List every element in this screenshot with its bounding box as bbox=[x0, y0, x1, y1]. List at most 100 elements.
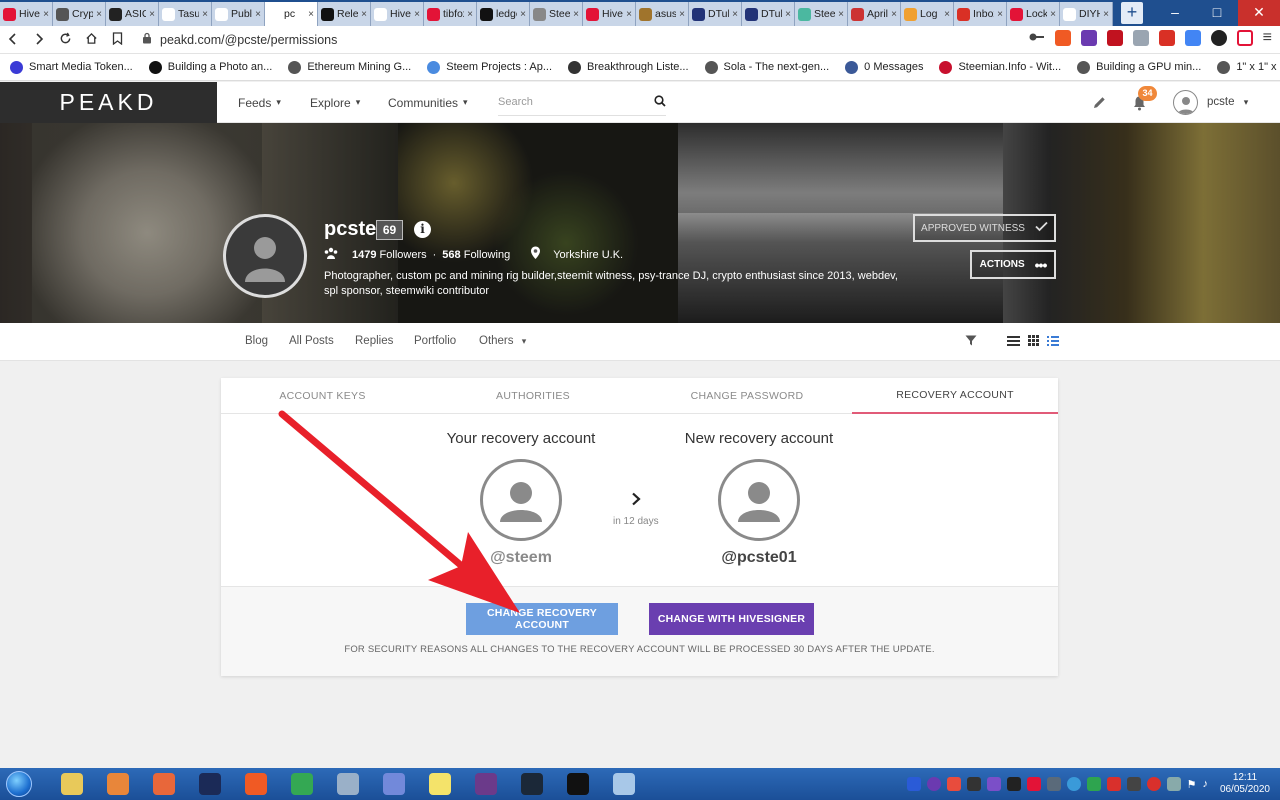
taskbar-app-pi-network[interactable] bbox=[464, 769, 508, 799]
browser-tab[interactable]: Hive × bbox=[371, 2, 424, 26]
browser-tab[interactable]: April × bbox=[848, 2, 901, 26]
search-icon[interactable] bbox=[654, 94, 666, 110]
tab-change-password[interactable]: CHANGE PASSWORD bbox=[642, 378, 852, 414]
reload-icon[interactable] bbox=[52, 32, 78, 48]
clock[interactable]: 12:11 06/05/2020 bbox=[1220, 772, 1270, 796]
actions-button[interactable]: ACTIONS ••• bbox=[970, 250, 1056, 279]
tab-close-icon[interactable]: × bbox=[732, 9, 738, 20]
start-button[interactable] bbox=[0, 768, 38, 800]
browser-tab[interactable]: DIYHe× bbox=[1060, 2, 1113, 26]
brave-shield-icon[interactable] bbox=[1054, 30, 1071, 46]
tray-app-icon[interactable] bbox=[1166, 777, 1181, 791]
taskbar-app-file-explorer[interactable] bbox=[50, 769, 94, 799]
tray-app-icon[interactable] bbox=[986, 777, 1001, 791]
taskbar-app-media-player[interactable] bbox=[96, 769, 140, 799]
taskbar-app-photoshop[interactable] bbox=[188, 769, 232, 799]
close-button[interactable]: ✕ bbox=[1238, 0, 1280, 26]
tab-close-icon[interactable]: × bbox=[1103, 9, 1109, 20]
browser-tab[interactable]: Locke× bbox=[1007, 2, 1060, 26]
tab-account-keys[interactable]: ACCOUNT KEYS bbox=[221, 378, 424, 414]
tab-portfolio[interactable]: Portfolio bbox=[414, 335, 456, 347]
translate-icon[interactable] bbox=[1184, 30, 1201, 46]
tab-close-icon[interactable]: × bbox=[43, 9, 49, 20]
bookmark-item[interactable]: Steem Projects : Ap... bbox=[427, 60, 552, 74]
approved-witness-button[interactable]: APPROVED WITNESS bbox=[913, 214, 1056, 242]
minimize-button[interactable]: – bbox=[1154, 0, 1196, 26]
maximize-button[interactable]: □ bbox=[1196, 0, 1238, 26]
browser-tab[interactable]: Steem× bbox=[795, 2, 848, 26]
change-with-hivesigner-button[interactable]: CHANGE WITH HIVESIGNER bbox=[649, 603, 814, 635]
tab-close-icon[interactable]: × bbox=[361, 9, 367, 20]
taskbar-app-discord[interactable] bbox=[372, 769, 416, 799]
tab-others[interactable]: Others ▾ bbox=[479, 335, 526, 347]
taskbar-app-terminal[interactable] bbox=[556, 769, 600, 799]
browser-tab[interactable]: DTub× bbox=[689, 2, 742, 26]
nav-feeds[interactable]: Feeds ▾ bbox=[238, 82, 281, 123]
tab-close-icon[interactable]: × bbox=[1050, 9, 1056, 20]
taskbar-app-steam[interactable] bbox=[510, 769, 554, 799]
tray-app-icon[interactable] bbox=[1006, 777, 1021, 791]
change-recovery-account-button[interactable]: CHANGE RECOVERY ACCOUNT bbox=[466, 603, 618, 635]
tab-blog[interactable]: Blog bbox=[245, 335, 268, 347]
tray-app-icon[interactable] bbox=[1106, 777, 1121, 791]
browser-tab[interactable]: Relea× bbox=[318, 2, 371, 26]
user-menu[interactable]: pcste ▾ bbox=[1207, 96, 1248, 108]
browser-tab[interactable]: Tasuk× bbox=[159, 2, 212, 26]
new-tab-button[interactable]: + bbox=[1121, 2, 1143, 24]
bookmark-item[interactable]: Sola - The next-gen... bbox=[704, 60, 829, 74]
key-icon[interactable] bbox=[1029, 31, 1045, 45]
browser-tab[interactable]: Crypto× bbox=[53, 2, 106, 26]
tab-authorities[interactable]: AUTHORITIES bbox=[424, 378, 642, 414]
tab-close-icon[interactable]: × bbox=[308, 9, 314, 20]
bookmark-item[interactable]: Ethereum Mining G... bbox=[288, 60, 411, 74]
taskbar-app-firefox[interactable] bbox=[142, 769, 186, 799]
steemit-icon[interactable] bbox=[1210, 30, 1227, 46]
compact-view-icon[interactable] bbox=[1047, 335, 1059, 349]
volume-icon[interactable]: ♪ bbox=[1202, 778, 1208, 790]
taskbar-app-files[interactable] bbox=[602, 769, 646, 799]
filter-icon[interactable] bbox=[965, 335, 977, 349]
tab-close-icon[interactable]: × bbox=[96, 9, 102, 20]
tab-close-icon[interactable]: × bbox=[414, 9, 420, 20]
extension-red-icon[interactable] bbox=[1158, 30, 1175, 46]
bookmark-icon[interactable] bbox=[104, 31, 130, 48]
tab-close-icon[interactable]: × bbox=[944, 9, 950, 20]
tab-close-icon[interactable]: × bbox=[626, 9, 632, 20]
tray-app-icon[interactable] bbox=[1066, 777, 1081, 791]
browser-tab[interactable]: Publis× bbox=[212, 2, 265, 26]
tab-close-icon[interactable]: × bbox=[838, 9, 844, 20]
browser-tab[interactable]: HiveK× bbox=[0, 2, 53, 26]
tab-all-posts[interactable]: All Posts bbox=[289, 335, 334, 347]
tray-app-icon[interactable] bbox=[1126, 777, 1141, 791]
tray-app-icon[interactable] bbox=[946, 777, 961, 791]
taskbar-app-chrome[interactable] bbox=[280, 769, 324, 799]
peakd-logo[interactable]: PEAKD bbox=[0, 82, 217, 123]
search-input[interactable]: Search bbox=[498, 89, 666, 116]
tab-close-icon[interactable]: × bbox=[149, 9, 155, 20]
grid-view-icon[interactable] bbox=[1028, 335, 1039, 349]
list-view-icon[interactable] bbox=[1007, 335, 1020, 349]
tab-close-icon[interactable]: × bbox=[202, 9, 208, 20]
tab-close-icon[interactable]: × bbox=[467, 9, 473, 20]
bookmark-item[interactable]: Breakthrough Liste... bbox=[568, 60, 689, 74]
bookmark-item[interactable]: 1" x 1" x 16swg(25.... bbox=[1217, 60, 1280, 74]
followers-link[interactable]: 1479 Followers bbox=[352, 249, 427, 261]
info-icon[interactable]: i bbox=[414, 221, 431, 238]
tab-close-icon[interactable]: × bbox=[520, 9, 526, 20]
tab-close-icon[interactable]: × bbox=[573, 9, 579, 20]
browser-tab[interactable]: Hive × bbox=[583, 2, 636, 26]
user-avatar[interactable] bbox=[1173, 90, 1198, 115]
bookmark-item[interactable]: Building a GPU min... bbox=[1077, 60, 1201, 74]
screen-icon[interactable] bbox=[1132, 30, 1149, 46]
browser-tab[interactable]: asus × bbox=[636, 2, 689, 26]
edit-icon[interactable] bbox=[1092, 95, 1107, 113]
nav-explore[interactable]: Explore ▾ bbox=[310, 82, 360, 123]
bookmark-item[interactable]: Building a Photo an... bbox=[148, 60, 272, 74]
bookmark-item[interactable]: Smart Media Token... bbox=[10, 60, 133, 74]
home-icon[interactable] bbox=[78, 32, 104, 48]
following-link[interactable]: 568 Following bbox=[442, 249, 510, 261]
tray-app-icon[interactable] bbox=[1086, 777, 1101, 791]
bookmark-item[interactable]: Steemian.Info - Wit... bbox=[939, 60, 1061, 74]
browser-tab[interactable]: tibfox× bbox=[424, 2, 477, 26]
tab-close-icon[interactable]: × bbox=[997, 9, 1003, 20]
